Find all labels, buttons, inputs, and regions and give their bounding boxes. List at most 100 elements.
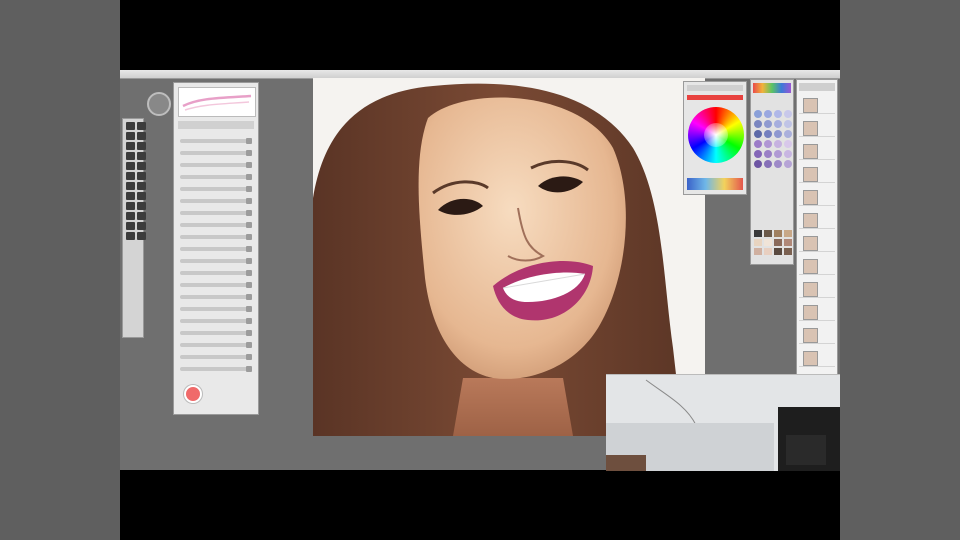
current-color-bar[interactable] — [687, 95, 743, 100]
tool-icon[interactable] — [126, 132, 135, 140]
brush-setting-slider[interactable] — [180, 330, 252, 336]
tool-icon[interactable] — [137, 132, 146, 140]
tool-icon[interactable] — [126, 162, 135, 170]
color-swatch[interactable] — [764, 140, 772, 148]
palette-swatch[interactable] — [754, 230, 762, 237]
layer-row[interactable] — [799, 303, 835, 321]
layer-thumbnail — [803, 98, 818, 113]
brush-setting-slider[interactable] — [180, 270, 252, 276]
palette-swatch[interactable] — [754, 248, 762, 255]
brush-setting-slider[interactable] — [180, 306, 252, 312]
brush-setting-slider[interactable] — [180, 186, 252, 192]
tool-icon[interactable] — [137, 142, 146, 150]
layer-row[interactable] — [799, 119, 835, 137]
swatch-spectrum[interactable] — [753, 83, 791, 93]
palette-swatch[interactable] — [764, 230, 772, 237]
layer-row[interactable] — [799, 280, 835, 298]
color-swatch[interactable] — [754, 120, 762, 128]
color-swatch[interactable] — [764, 130, 772, 138]
palette-swatch[interactable] — [764, 248, 772, 255]
color-swatch[interactable] — [784, 130, 792, 138]
brush-setting-slider[interactable] — [180, 138, 252, 144]
tool-icon[interactable] — [126, 192, 135, 200]
brush-setting-slider[interactable] — [180, 162, 252, 168]
brush-setting-slider[interactable] — [180, 318, 252, 324]
tool-icon[interactable] — [137, 212, 146, 220]
layer-row[interactable] — [799, 211, 835, 229]
color-swatch[interactable] — [784, 110, 792, 118]
brush-setting-slider[interactable] — [180, 222, 252, 228]
color-wheel[interactable] — [688, 107, 744, 163]
color-swatch[interactable] — [764, 160, 772, 168]
color-swatch[interactable] — [754, 150, 762, 158]
tool-icon[interactable] — [126, 232, 135, 240]
tool-icon[interactable] — [126, 222, 135, 230]
tool-icon[interactable] — [137, 162, 146, 170]
brush-setting-slider[interactable] — [180, 366, 252, 372]
color-swatch[interactable] — [764, 150, 772, 158]
brush-setting-slider[interactable] — [180, 174, 252, 180]
palette-swatch[interactable] — [764, 239, 772, 246]
tool-icon[interactable] — [137, 232, 146, 240]
color-swatch[interactable] — [754, 130, 762, 138]
layer-row[interactable] — [799, 165, 835, 183]
color-swatch[interactable] — [754, 110, 762, 118]
color-swatch[interactable] — [784, 140, 792, 148]
color-swatch[interactable] — [754, 140, 762, 148]
palette-swatch[interactable] — [784, 230, 792, 237]
layer-row[interactable] — [799, 234, 835, 252]
palette-swatch[interactable] — [784, 239, 792, 246]
tool-icon[interactable] — [137, 192, 146, 200]
color-swatch[interactable] — [774, 160, 782, 168]
color-swatch[interactable] — [774, 130, 782, 138]
color-swatch[interactable] — [784, 150, 792, 158]
brush-setting-slider[interactable] — [180, 258, 252, 264]
brush-setting-slider[interactable] — [180, 246, 252, 252]
color-swatch[interactable] — [754, 160, 762, 168]
color-swatch[interactable] — [784, 160, 792, 168]
palette-swatch[interactable] — [774, 239, 782, 246]
tool-icon[interactable] — [126, 202, 135, 210]
tool-icon[interactable] — [126, 172, 135, 180]
brush-setting-slider[interactable] — [180, 198, 252, 204]
palette-swatch[interactable] — [754, 239, 762, 246]
tool-icon[interactable] — [126, 142, 135, 150]
brush-setting-slider[interactable] — [180, 210, 252, 216]
color-swatch[interactable] — [764, 120, 772, 128]
palette-swatch[interactable] — [774, 230, 782, 237]
layer-row[interactable] — [799, 188, 835, 206]
hue-slider[interactable] — [687, 178, 743, 190]
color-swatch[interactable] — [774, 120, 782, 128]
layer-row[interactable] — [799, 349, 835, 367]
layer-row[interactable] — [799, 326, 835, 344]
tool-icon[interactable] — [137, 222, 146, 230]
color-swatch[interactable] — [774, 150, 782, 158]
brush-setting-slider[interactable] — [180, 150, 252, 156]
brush-setting-slider[interactable] — [180, 234, 252, 240]
active-color-dot[interactable] — [184, 385, 202, 403]
brush-setting-slider[interactable] — [180, 282, 252, 288]
tool-icon[interactable] — [137, 122, 146, 130]
tool-icon[interactable] — [137, 152, 146, 160]
color-swatch[interactable] — [764, 110, 772, 118]
color-swatch[interactable] — [774, 140, 782, 148]
layer-row[interactable] — [799, 96, 835, 114]
tool-icon[interactable] — [126, 182, 135, 190]
color-swatch[interactable] — [784, 120, 792, 128]
palette-swatch[interactable] — [784, 248, 792, 255]
tool-icon[interactable] — [126, 212, 135, 220]
layer-row[interactable] — [799, 257, 835, 275]
brush-setting-slider[interactable] — [180, 354, 252, 360]
layer-row[interactable] — [799, 142, 835, 160]
brush-setting-slider[interactable] — [180, 294, 252, 300]
layer-thumbnail — [803, 305, 818, 320]
palette-swatch[interactable] — [774, 248, 782, 255]
tool-icon[interactable] — [126, 152, 135, 160]
tool-icon[interactable] — [137, 182, 146, 190]
brush-setting-slider[interactable] — [180, 342, 252, 348]
tool-icon[interactable] — [137, 202, 146, 210]
color-wheel-panel — [683, 81, 747, 195]
tool-icon[interactable] — [137, 172, 146, 180]
tool-icon[interactable] — [126, 122, 135, 130]
color-swatch[interactable] — [774, 110, 782, 118]
